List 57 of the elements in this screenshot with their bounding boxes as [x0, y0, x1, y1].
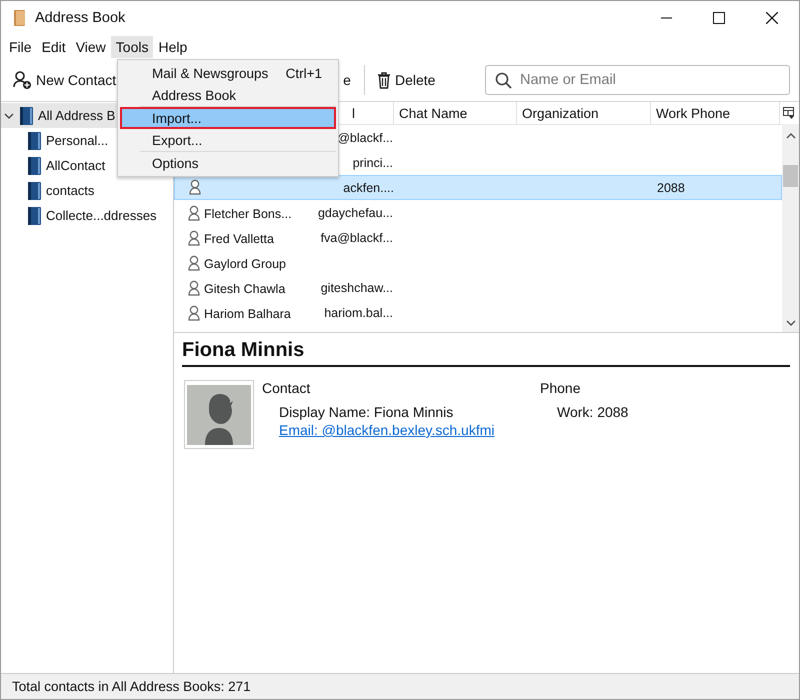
selected-row[interactable]: ackfen.... 2088 [174, 175, 782, 200]
menu-item[interactable]: Edit [36, 36, 71, 58]
maximize-icon[interactable] [713, 12, 725, 24]
contact-name: Fiona Minnis [182, 339, 790, 367]
status-text: Total contacts in All Address Books: 271 [1, 673, 799, 699]
table-cell: Fletcher Bons... [204, 207, 292, 221]
table-cell: Fred Valletta [204, 232, 274, 246]
table-cell: ackfen.... [343, 180, 394, 194]
scroll-up-icon[interactable] [786, 132, 796, 140]
add-person-icon [13, 70, 32, 90]
table-cell: gdaychefau... [318, 206, 393, 220]
table-cell: fva@blackf... [320, 230, 393, 244]
address-book-icon [27, 206, 41, 224]
menu-item[interactable]: Mail & Newsgroups Ctrl+1 [120, 62, 336, 84]
book-list-item[interactable]: Collecte...ddresses [1, 203, 173, 228]
toolbar-button[interactable]: e [342, 68, 352, 92]
table-cell: princi... [352, 156, 393, 170]
detail-text: Display Name: Fiona Minnis [279, 404, 454, 420]
detail-text: Work: 2088 [557, 404, 628, 420]
email-link[interactable]: Email: @blackfen.bexley.sch.ukfmi [279, 422, 540, 438]
table-cell: hariom.bal... [324, 306, 393, 320]
menu-item[interactable]: File [4, 36, 37, 58]
menu-item[interactable]: Help [153, 36, 192, 58]
menu-item[interactable]: Import... [120, 107, 336, 129]
book-icon [12, 9, 27, 27]
scrollbar[interactable] [782, 124, 799, 332]
scroll-thumb[interactable] [783, 165, 798, 187]
column-picker-icon[interactable] [783, 107, 795, 119]
menu-item[interactable]: Options [120, 152, 336, 174]
address-book-icon [27, 132, 41, 150]
close-icon[interactable] [766, 12, 778, 24]
section-heading: Contact [262, 380, 312, 398]
scroll-down-icon[interactable] [786, 319, 796, 327]
new-contact-button[interactable]: New Contact [10, 66, 120, 94]
delete-button[interactable]: Delete [374, 68, 438, 92]
table-cell: Gaylord Group [204, 257, 286, 271]
table-cell: Hariom Balhara [204, 307, 291, 321]
trash-icon [376, 72, 391, 88]
address-book-icon [19, 106, 33, 124]
menu-item[interactable]: Tools [110, 36, 154, 58]
book-list-item[interactable]: contacts [1, 178, 173, 203]
table-cell: @blackf... [337, 130, 393, 144]
column-header[interactable]: Work Phone [651, 102, 780, 124]
section-heading: Phone [540, 380, 582, 398]
address-book-icon [27, 156, 41, 174]
menu-item[interactable]: Export... [120, 129, 336, 151]
chevron-down-icon[interactable] [4, 112, 14, 120]
window-title: Address Book [35, 10, 126, 26]
search-field[interactable]: Name or Email [485, 65, 790, 95]
table-cell: 2088 [657, 180, 685, 194]
column-header[interactable]: Chat Name [394, 102, 517, 124]
table-cell: giteshchaw... [320, 280, 393, 294]
table-cell: Gitesh Chawla [204, 282, 286, 296]
menu-item[interactable]: View [70, 36, 111, 58]
address-book-icon [27, 182, 41, 200]
search-icon [495, 72, 512, 89]
column-header[interactable]: Organization [517, 102, 651, 124]
